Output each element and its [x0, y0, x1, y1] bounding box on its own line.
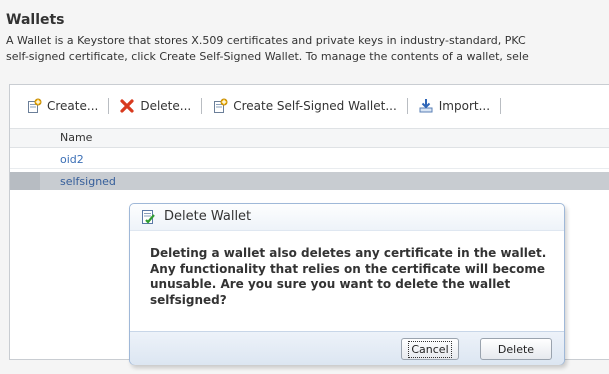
cancel-button[interactable]: Cancel [401, 338, 459, 360]
create-button[interactable]: Create... [10, 95, 108, 117]
import-button[interactable]: Import... [408, 95, 500, 117]
create-self-signed-wallet-button[interactable]: Create Self-Signed Wallet... [202, 95, 407, 117]
delete-confirm-label: Delete [497, 342, 535, 356]
dialog-title: Delete Wallet [164, 209, 252, 224]
create-document-icon [26, 98, 42, 114]
import-label: Import... [438, 99, 491, 113]
page: Wallets A Wallet is a Keystore that stor… [0, 0, 609, 374]
table-row[interactable]: oid2 [10, 150, 609, 169]
table-header: Name [10, 128, 609, 148]
page-description: A Wallet is a Keystore that stores X.509… [6, 33, 609, 65]
table-row-selected[interactable]: selfsigned [10, 172, 609, 190]
dialog-title-bar: Delete Wallet [130, 204, 564, 231]
wallet-name-link[interactable]: selfsigned [60, 175, 116, 188]
checklist-icon [140, 209, 156, 225]
create-document-icon [212, 98, 228, 114]
delete-label: Delete... [140, 99, 192, 113]
column-name-header[interactable]: Name [60, 131, 92, 144]
import-arrow-icon [418, 98, 434, 114]
wallet-name-link[interactable]: oid2 [60, 153, 84, 166]
page-title: Wallets [6, 12, 65, 28]
cancel-label: Cancel [408, 340, 452, 358]
dialog-footer: Cancel Delete [130, 331, 564, 365]
create-label: Create... [47, 99, 99, 113]
toolbar-separator [500, 98, 502, 114]
toolbar: Create... Delete... Create Self-Signed W… [10, 93, 609, 119]
dialog-message: Deleting a wallet also deletes any certi… [150, 246, 547, 307]
red-x-icon [119, 98, 135, 114]
create-self-signed-wallet-label: Create Self-Signed Wallet... [233, 99, 397, 113]
description-line-1: A Wallet is a Keystore that stores X.509… [6, 34, 526, 47]
description-line-2: self-signed certificate, click Create Se… [6, 50, 529, 63]
row-selector[interactable] [10, 172, 40, 190]
delete-wallet-dialog: Delete Wallet Deleting a wallet also del… [129, 203, 565, 365]
delete-confirm-button[interactable]: Delete [480, 338, 552, 360]
delete-button[interactable]: Delete... [109, 95, 201, 117]
